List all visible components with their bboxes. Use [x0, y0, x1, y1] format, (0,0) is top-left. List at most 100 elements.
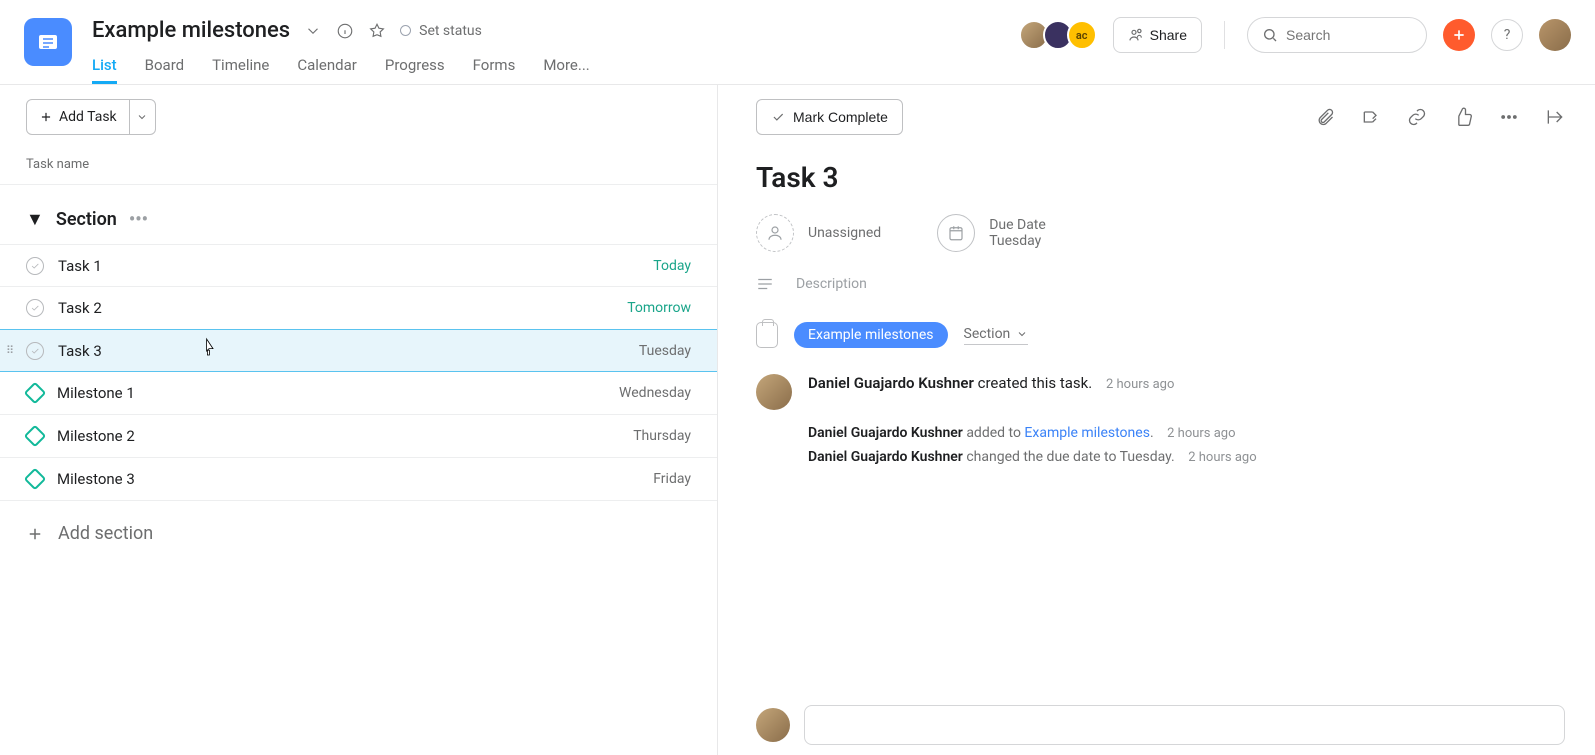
- milestone-diamond-icon[interactable]: [24, 425, 47, 448]
- avatar: [756, 374, 792, 410]
- tab-forms[interactable]: Forms: [473, 56, 516, 84]
- more-icon[interactable]: [1499, 107, 1519, 127]
- chevron-down-icon: [136, 111, 148, 123]
- task-row[interactable]: ⠿ Task 3 Tuesday: [0, 329, 717, 372]
- task-row[interactable]: Task 2 Tomorrow: [0, 287, 717, 330]
- tab-more[interactable]: More...: [543, 56, 589, 84]
- calendar-icon: [937, 214, 975, 252]
- project-pill[interactable]: Example milestones: [794, 322, 948, 348]
- task-row[interactable]: Milestone 3 Friday: [0, 458, 717, 501]
- share-button[interactable]: Share: [1113, 17, 1202, 53]
- chevron-down-icon: [1016, 328, 1028, 340]
- divider: [1224, 21, 1225, 49]
- subtask-icon[interactable]: [1361, 107, 1381, 127]
- project-icon[interactable]: [24, 18, 72, 66]
- star-icon[interactable]: [368, 22, 386, 40]
- task-list-pane: Add Task Task name ▼ Section ••• Task 1 …: [0, 85, 718, 755]
- section-dropdown[interactable]: Section: [964, 326, 1029, 345]
- activity-entry: Daniel Guajardo Kushner created this tas…: [808, 374, 1174, 392]
- mark-complete-button[interactable]: Mark Complete: [756, 99, 903, 135]
- search-input[interactable]: [1286, 27, 1406, 43]
- search-icon: [1262, 27, 1278, 43]
- activity-sub-entries: Daniel Guajardo Kushner added to Example…: [756, 422, 1557, 470]
- complete-check-icon[interactable]: [26, 342, 44, 360]
- comment-input[interactable]: [804, 705, 1565, 745]
- task-name: Task 1: [58, 257, 653, 275]
- section-header[interactable]: ▼ Section •••: [0, 185, 717, 244]
- task-name: Task 3: [58, 342, 639, 360]
- plus-icon: [39, 110, 53, 124]
- task-detail-title[interactable]: Task 3: [718, 149, 1595, 214]
- collapse-pane-icon[interactable]: [1545, 107, 1565, 127]
- person-icon: [756, 214, 794, 252]
- task-date: Wednesday: [619, 385, 691, 401]
- add-task-label: Add Task: [59, 109, 117, 125]
- tab-board[interactable]: Board: [145, 56, 184, 84]
- app-header: Example milestones Set status List Board…: [0, 0, 1595, 85]
- set-status[interactable]: Set status: [400, 23, 482, 39]
- status-dot-icon: [400, 25, 411, 36]
- section-more-icon[interactable]: •••: [129, 209, 148, 230]
- activity-timestamp: 2 hours ago: [1167, 426, 1235, 441]
- view-tabs: List Board Timeline Calendar Progress Fo…: [92, 48, 1019, 84]
- clipboard-icon: [756, 322, 778, 348]
- mark-complete-label: Mark Complete: [793, 109, 888, 125]
- share-label: Share: [1150, 27, 1187, 43]
- tab-calendar[interactable]: Calendar: [297, 56, 357, 84]
- complete-check-icon[interactable]: [26, 299, 44, 317]
- info-icon[interactable]: [336, 22, 354, 40]
- activity-project-link[interactable]: Example milestones: [1024, 425, 1150, 441]
- due-date-field[interactable]: Due Date Tuesday: [937, 214, 1046, 252]
- tab-timeline[interactable]: Timeline: [212, 56, 269, 84]
- drag-grip-icon[interactable]: ⠿: [6, 348, 15, 354]
- activity-timestamp: 2 hours ago: [1106, 377, 1174, 392]
- search-box[interactable]: [1247, 17, 1427, 53]
- description-placeholder: Description: [796, 276, 867, 292]
- comment-composer: [756, 705, 1565, 745]
- milestone-diamond-icon[interactable]: [24, 382, 47, 405]
- tab-list[interactable]: List: [92, 56, 117, 84]
- description-icon: [756, 277, 774, 291]
- avatar: ac: [1067, 20, 1097, 50]
- task-row[interactable]: Milestone 1 Wednesday: [0, 372, 717, 415]
- task-date: Thursday: [633, 428, 691, 444]
- member-avatars[interactable]: ac: [1019, 20, 1097, 50]
- task-row[interactable]: Task 1 Today: [0, 244, 717, 287]
- activity-feed: Daniel Guajardo Kushner created this tas…: [718, 374, 1595, 470]
- due-date-label: Due Date: [989, 217, 1046, 233]
- attachment-icon[interactable]: [1315, 107, 1335, 127]
- add-task-dropdown[interactable]: [129, 100, 155, 134]
- link-icon[interactable]: [1407, 107, 1427, 127]
- milestone-diamond-icon[interactable]: [24, 468, 47, 491]
- avatar: [756, 708, 790, 742]
- collapse-triangle-icon[interactable]: ▼: [26, 209, 44, 230]
- check-icon: [771, 110, 785, 124]
- global-add-button[interactable]: [1443, 19, 1475, 51]
- like-icon[interactable]: [1453, 107, 1473, 127]
- task-name: Milestone 1: [57, 384, 619, 402]
- complete-check-icon[interactable]: [26, 257, 44, 275]
- task-date: Tuesday: [639, 343, 691, 359]
- add-task-main[interactable]: Add Task: [27, 109, 129, 125]
- help-button[interactable]: ?: [1491, 19, 1523, 51]
- current-user-avatar[interactable]: [1539, 19, 1571, 51]
- assignee-field[interactable]: Unassigned: [756, 214, 881, 252]
- tab-progress[interactable]: Progress: [385, 56, 445, 84]
- section-name: Section: [56, 209, 117, 230]
- assignee-label: Unassigned: [808, 225, 881, 241]
- activity-timestamp: 2 hours ago: [1188, 450, 1256, 465]
- task-name: Milestone 2: [57, 427, 633, 445]
- column-header-task-name: Task name: [0, 149, 717, 185]
- task-row[interactable]: Milestone 2 Thursday: [0, 415, 717, 458]
- chevron-down-icon[interactable]: [304, 22, 322, 40]
- task-project-row: Example milestones Section: [718, 322, 1595, 374]
- task-name: Milestone 3: [57, 470, 653, 488]
- description-field[interactable]: Description: [718, 276, 1595, 322]
- add-task-button: Add Task: [26, 99, 156, 135]
- task-date: Tomorrow: [627, 300, 691, 316]
- add-section-button[interactable]: Add section: [0, 501, 717, 566]
- task-detail-pane: Mark Complete Task 3 Unassigned: [718, 85, 1595, 755]
- section-dd-label: Section: [964, 326, 1011, 342]
- project-title[interactable]: Example milestones: [92, 18, 290, 43]
- task-date: Friday: [653, 471, 691, 487]
